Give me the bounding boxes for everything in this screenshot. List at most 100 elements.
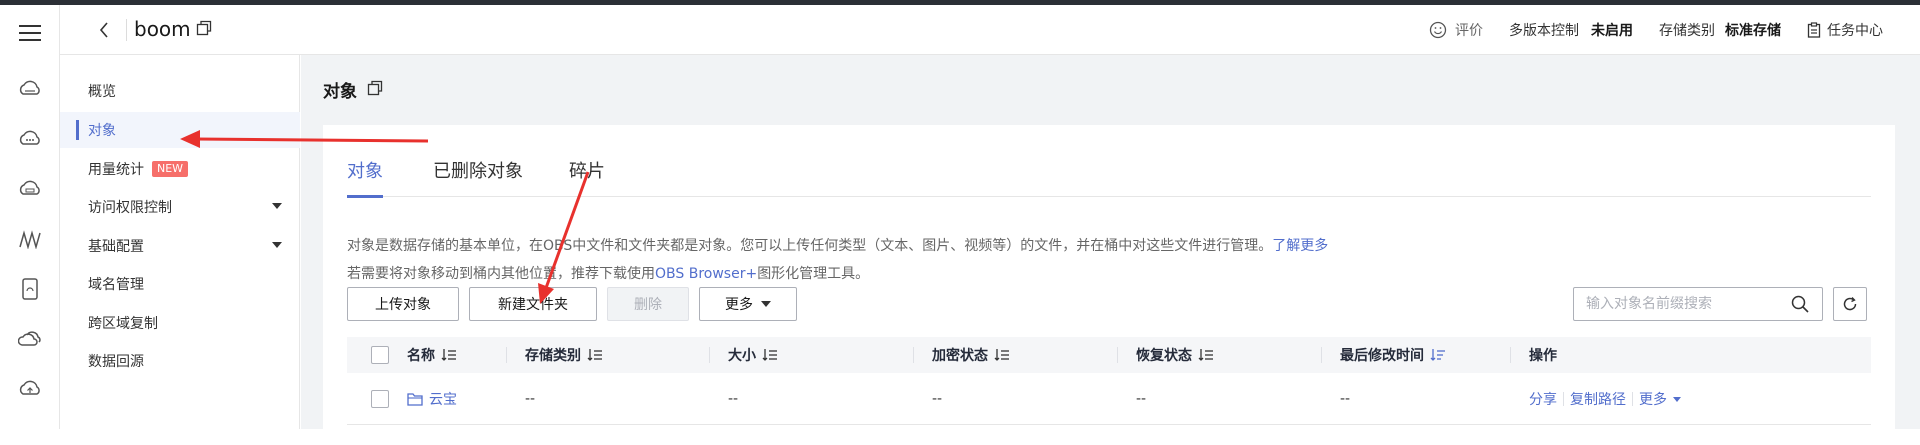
learn-more-link[interactable]: 了解更多 [1272,238,1328,254]
sidebar-item-label: 访问权限控制 [88,200,172,216]
chevron-down-icon [272,203,282,209]
column-label: 加密状态 [932,348,988,364]
object-tabs: 对象 已删除对象 碎片 [347,157,1871,198]
copy-icon[interactable] [196,20,214,38]
disk-icon[interactable] [14,273,46,305]
select-all-checkbox[interactable] [371,346,389,364]
back-icon[interactable] [94,18,114,42]
task-center-label: 任务中心 [1827,23,1883,39]
cell-name: 云宝 [347,373,507,425]
table-header: 名称 存储类别 大小 加密状态 恢复状态 最后修改时间 操作 [347,337,1871,373]
cell-actions: 分享 复制路径 更多 [1511,373,1871,425]
cell-restore: -- [1136,391,1147,407]
sort-icon[interactable] [994,348,1010,362]
sidebar-item-domain[interactable]: 域名管理 [60,266,300,302]
cell-last-modified: -- [1340,391,1351,407]
row-more-link[interactable]: 更多 [1639,389,1667,409]
sidebar-item-label: 跨区域复制 [88,316,158,332]
cloud-drive-icon[interactable] [14,173,46,205]
menu-icon[interactable] [14,17,46,49]
chevron-down-icon [761,301,771,307]
storage-class-value: 标准存储 [1725,23,1781,39]
sidebar-item-label: 对象 [88,123,116,139]
tab-fragments[interactable]: 碎片 [569,157,605,197]
sort-icon[interactable] [587,348,603,362]
new-folder-button[interactable]: 新建文件夹 [469,287,597,321]
cloud-storage-icon[interactable] [14,73,46,105]
more-button[interactable]: 更多 [699,287,797,321]
column-size: 大小 [710,337,914,373]
storage-class-label: 存储类别 [1659,23,1715,39]
cell-storage-class: -- [525,391,536,407]
sidebar-item-label: 基础配置 [88,239,144,255]
cloud-upload-icon[interactable] [14,373,46,405]
description-text: 对象是数据存储的基本单位，在OBS中文件和文件夹都是对象。您可以上传任何类型（文… [347,238,1273,254]
description-line-2: 若需要将对象移动到桶内其他位置，推荐下载使用OBS Browser+图形化管理工… [347,263,869,283]
sidebar-item-replication[interactable]: 跨区域复制 [60,305,300,341]
objects-card: 对象 已删除对象 碎片 对象是数据存储的基本单位，在OBS中文件和文件夹都是对象… [323,125,1895,445]
tab-deleted-objects[interactable]: 已删除对象 [433,157,523,197]
cell-encryption: -- [932,391,943,407]
versioning-value: 未启用 [1591,23,1633,39]
stacked-clouds-icon[interactable] [14,323,46,355]
folder-name-link[interactable]: 云宝 [429,389,457,409]
upload-object-button[interactable]: 上传对象 [347,287,459,321]
sidebar-item-back-to-source[interactable]: 数据回源 [60,343,300,379]
feedback-link[interactable]: 评价 [1429,20,1483,40]
obs-browser-link[interactable]: OBS Browser+ [655,266,757,282]
column-name: 名称 [347,337,507,373]
main-content: 对象 对象 已删除对象 碎片 对象是数据存储的基本单位，在OBS中文件和文件夹都… [301,55,1920,445]
cloud-dots-icon[interactable] [14,123,46,155]
sidebar-item-access-control[interactable]: 访问权限控制 [60,189,300,225]
sort-icon[interactable] [762,348,778,362]
share-link[interactable]: 分享 [1529,389,1557,409]
new-badge: NEW [152,161,189,177]
sidebar-item-label: 数据回源 [88,354,144,370]
sidebar-item-objects[interactable]: 对象 [60,112,300,148]
search-icon[interactable] [1791,295,1809,313]
copy-icon[interactable] [367,80,383,96]
column-label: 大小 [728,348,756,364]
sidebar-item-usage[interactable]: 用量统计 NEW [60,151,300,187]
column-label: 名称 [407,348,435,364]
sort-icon[interactable] [1198,348,1214,362]
column-label: 恢复状态 [1136,348,1192,364]
header-actions: 评价 多版本控制 未启用 存储类别 标准存储 任务中心 [1403,5,1883,55]
description-line-1: 对象是数据存储的基本单位，在OBS中文件和文件夹都是对象。您可以上传任何类型（文… [347,235,1328,255]
delete-button[interactable]: 删除 [607,287,689,321]
sidebar-item-label: 概览 [88,84,116,100]
sort-icon[interactable] [441,348,457,362]
service-rail [0,5,60,429]
header-divider [126,19,127,41]
sidebar-item-label: 域名管理 [88,277,144,293]
page-title: 对象 [323,82,357,102]
refresh-icon [1843,297,1857,311]
bucket-sidebar: 概览 对象 用量统计 NEW 访问权限控制 基础配置 域名管理 跨区域复制 数据… [60,55,300,429]
more-button-label: 更多 [725,297,753,313]
column-label: 最后修改时间 [1340,348,1424,364]
sidebar-item-basic-config[interactable]: 基础配置 [60,228,300,264]
chevron-down-icon [1673,396,1681,402]
signal-icon[interactable] [14,223,46,255]
bucket-name: boom [134,17,191,41]
column-storage-class: 存储类别 [507,337,710,373]
versioning-info: 多版本控制 未启用 [1509,20,1633,40]
row-checkbox[interactable] [371,390,389,408]
tab-objects[interactable]: 对象 [347,157,383,198]
clipboard-icon [1807,22,1821,38]
folder-icon [407,392,423,406]
task-center-link[interactable]: 任务中心 [1807,20,1883,40]
column-label: 操作 [1529,348,1557,364]
sort-active-icon[interactable] [1430,348,1446,362]
chevron-down-icon [272,242,282,248]
action-separator [1563,392,1564,406]
storage-class-info: 存储类别 标准存储 [1659,20,1781,40]
search-input[interactable] [1573,287,1823,321]
versioning-label: 多版本控制 [1509,23,1579,39]
refresh-button[interactable] [1833,287,1867,321]
sidebar-item-overview[interactable]: 概览 [60,73,300,109]
copy-path-link[interactable]: 复制路径 [1570,389,1626,409]
cell-size: -- [728,391,739,407]
sidebar-item-label: 用量统计 [88,162,144,178]
table-row: 云宝 -- -- -- -- -- 分享 复制路径 更多 [347,373,1871,425]
